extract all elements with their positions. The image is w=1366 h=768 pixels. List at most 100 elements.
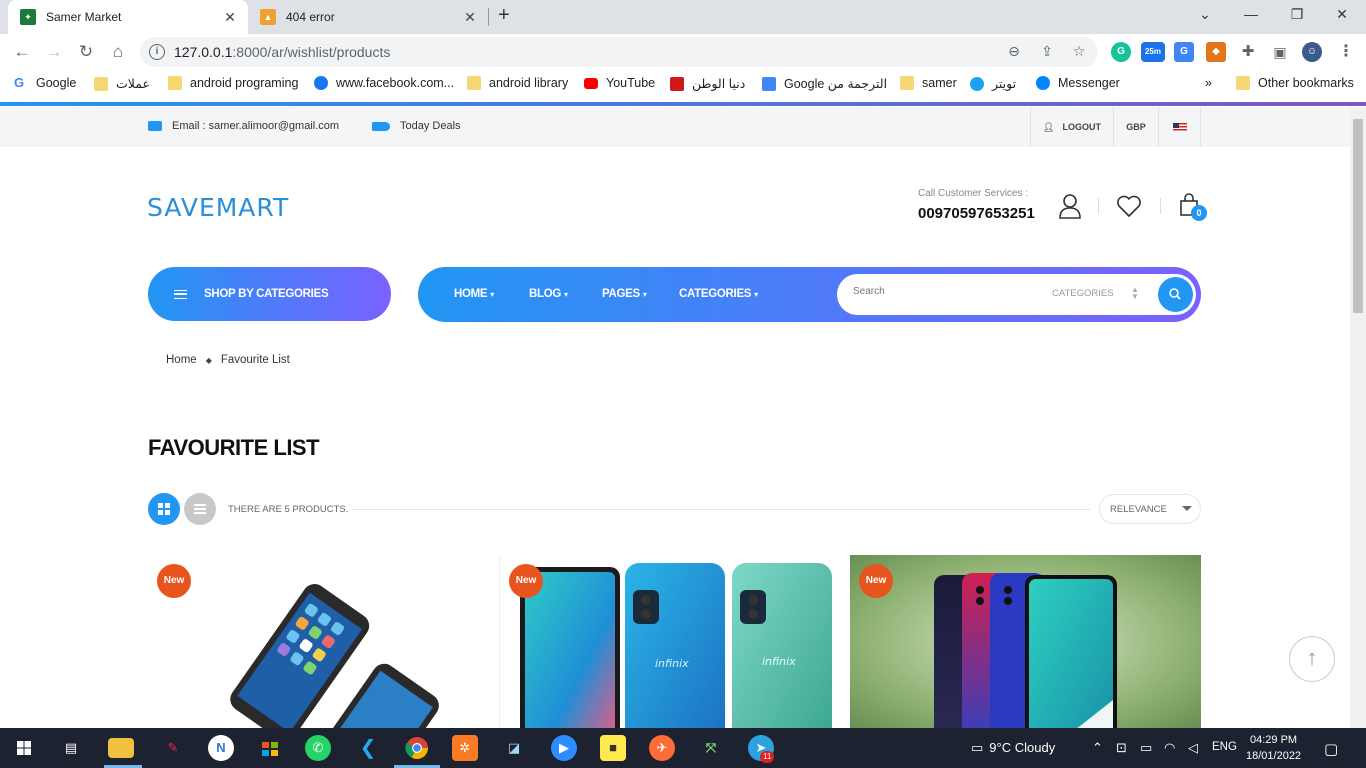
scroll-to-top-button[interactable]: ↑ — [1289, 636, 1335, 682]
currency-selector[interactable]: GBP — [1113, 107, 1158, 147]
back-icon[interactable]: ← — [10, 40, 34, 64]
tab-404-error[interactable]: ▲ 404 error ✕ — [248, 0, 488, 34]
logout-button[interactable]: 👤︎ LOGOUT — [1030, 107, 1113, 147]
nav-home[interactable]: HOME ▾ — [454, 288, 494, 300]
system-clock[interactable]: 04:29 PM 18/01/2022 — [1246, 732, 1301, 764]
site-info-icon[interactable]: i — [149, 44, 165, 60]
email-text: Email : samer.alimoor@gmail.com — [172, 120, 340, 132]
chevron-down-icon: ▾ — [642, 290, 647, 299]
bookmark-twitter[interactable]: تويتر — [970, 76, 1016, 91]
close-icon[interactable]: ✕ — [462, 9, 478, 26]
site-logo[interactable]: SAVEMART — [147, 193, 289, 222]
folder-icon — [168, 76, 182, 90]
file-explorer-icon[interactable] — [108, 738, 134, 758]
bookmarks-bar: G Google عملات android programing www.fac… — [0, 70, 1366, 98]
network-activity-icon[interactable]: ⊡ — [1116, 740, 1127, 756]
home-icon[interactable]: ⌂ — [106, 40, 130, 64]
restore-icon[interactable]: ❐ — [1282, 6, 1312, 23]
nav-pages[interactable]: PAGES ▾ — [602, 288, 647, 300]
search-icon — [1169, 288, 1181, 300]
forward-icon[interactable]: → — [42, 40, 66, 64]
scrollbar-thumb[interactable] — [1353, 119, 1363, 313]
messenger-icon — [1036, 76, 1050, 90]
bookmark-google[interactable]: G Google — [14, 76, 76, 91]
weather-widget[interactable]: ▭ 9°C Cloudy — [971, 740, 1055, 756]
close-icon[interactable]: ✕ — [222, 9, 238, 26]
bookmark-messenger[interactable]: Messenger — [1036, 76, 1120, 90]
postman-icon[interactable]: ✈ — [649, 735, 675, 761]
other-bookmarks-folder[interactable]: Other bookmarks — [1236, 76, 1354, 90]
product-card[interactable]: New — [148, 555, 499, 728]
page-scrollbar[interactable] — [1350, 107, 1366, 728]
share-icon[interactable]: ⇪ — [1037, 43, 1057, 60]
address-bar[interactable]: i 127.0.0.1:8000/ar/wishlist/products ⊖ … — [140, 37, 1098, 67]
search-category-select[interactable]: CATEGORIES — [1052, 288, 1114, 299]
breadcrumb-home[interactable]: Home — [166, 354, 197, 366]
sticky-notes-icon[interactable]: ■ — [600, 735, 626, 761]
zoom-icon[interactable]: ⊖ — [1004, 43, 1024, 60]
bookmark-donia-alwatan[interactable]: دنيا الوطن — [670, 76, 745, 91]
product-card[interactable]: New — [850, 555, 1201, 728]
chrome-icon[interactable] — [404, 735, 430, 761]
breadcrumb-current: Favourite List — [220, 354, 290, 366]
minimize-icon[interactable]: — — [1236, 6, 1266, 22]
tab-search-icon[interactable]: ⌄ — [1190, 6, 1220, 23]
whatsapp-icon[interactable]: ✆ — [305, 735, 331, 761]
bookmark-folder-samer[interactable]: samer — [900, 76, 957, 90]
chevron-down-icon: ▾ — [563, 290, 568, 299]
search-button[interactable] — [1158, 277, 1193, 312]
notification-center-icon[interactable]: ▢ — [1324, 740, 1338, 758]
bookmark-star-icon[interactable]: ☆ — [1069, 43, 1089, 60]
extensions-puzzle-icon[interactable]: ✚ — [1238, 42, 1258, 62]
url-text[interactable]: 127.0.0.1:8000/ar/wishlist/products — [174, 44, 390, 60]
metamask-icon[interactable]: ◆ — [1206, 42, 1226, 62]
volume-icon[interactable]: ◁ — [1188, 740, 1198, 756]
translate-icon[interactable]: G — [1174, 42, 1194, 62]
sort-dropdown[interactable]: RELEVANCE — [1099, 494, 1201, 524]
today-deals-link[interactable]: Today Deals — [372, 120, 461, 132]
xampp-app-icon[interactable]: ✲ — [452, 735, 478, 761]
search-input[interactable] — [853, 286, 1033, 297]
tab-samer-market[interactable]: ✦ Samer Market ✕ — [8, 0, 248, 34]
product-card[interactable]: New infinix infinix — [499, 555, 850, 728]
task-view-icon[interactable]: ▤ — [58, 735, 84, 761]
input-language[interactable]: ENG — [1212, 741, 1237, 753]
grammarly-icon[interactable]: G — [1111, 42, 1131, 62]
bookmark-facebook[interactable]: www.facebook.com... — [314, 76, 454, 90]
wifi-icon[interactable]: ◠ — [1164, 740, 1175, 756]
profile-avatar[interactable]: ☺ — [1302, 42, 1322, 62]
reload-icon[interactable]: ↻ — [74, 40, 98, 64]
bookmark-folder-currencies[interactable]: عملات — [94, 76, 150, 91]
telegram-unread-badge: 11 — [760, 751, 775, 763]
show-hidden-icons-chevron[interactable]: ⌃ — [1092, 740, 1103, 756]
notes-app-icon[interactable]: ◪ — [501, 735, 527, 761]
side-panel-icon[interactable]: ▣ — [1270, 42, 1290, 62]
more-bookmarks-icon[interactable]: » — [1205, 76, 1212, 90]
language-selector[interactable] — [1158, 107, 1201, 147]
shop-by-categories-button[interactable]: SHOP BY CATEGORIES — [148, 267, 391, 321]
battery-icon[interactable]: ▭ — [1140, 740, 1152, 756]
windows-start-icon[interactable] — [11, 735, 37, 761]
timer-extension-icon[interactable]: 25m — [1141, 42, 1165, 62]
paint-app-icon[interactable]: ✎ — [160, 735, 186, 761]
zoom-app-icon[interactable]: ▶ — [551, 735, 577, 761]
wishlist-heart-icon[interactable] — [1115, 192, 1143, 220]
network-tool-icon[interactable]: ⤧ — [698, 735, 724, 761]
nav-blog[interactable]: BLOG ▾ — [529, 288, 568, 300]
bookmark-youtube[interactable]: YouTube — [584, 76, 655, 90]
vscode-icon[interactable]: ❮ — [355, 735, 381, 761]
nav-categories[interactable]: CATEGORIES ▾ — [679, 288, 758, 300]
list-view-button[interactable] — [184, 493, 216, 525]
youtube-icon — [584, 77, 598, 89]
bookmark-folder-android-programing[interactable]: android programing — [168, 76, 298, 90]
microsoft-store-icon[interactable] — [257, 735, 283, 761]
account-icon[interactable] — [1057, 192, 1083, 220]
bookmark-google-translate[interactable]: Google الترجمة من — [762, 76, 887, 91]
window-close-icon[interactable]: ✕ — [1327, 6, 1357, 23]
bookmark-folder-android-library[interactable]: android library — [467, 76, 568, 90]
menu-kebab-icon[interactable]: ⋮ — [1336, 42, 1356, 62]
new-tab-icon[interactable]: + — [498, 4, 510, 27]
notepad-plus-icon[interactable]: N — [208, 735, 234, 761]
grid-view-button[interactable] — [148, 493, 180, 525]
new-badge: New — [859, 564, 893, 598]
